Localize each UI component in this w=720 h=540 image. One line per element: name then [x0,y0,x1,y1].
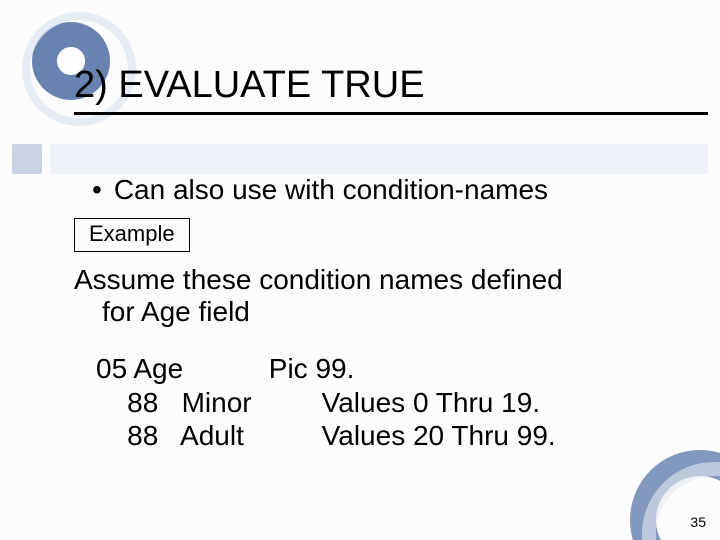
title-underline [74,112,708,115]
slide-title: 2) EVALUATE TRUE [74,64,425,107]
decorative-donut-bottom-right [630,450,720,540]
example-label: Example [89,221,175,246]
bullet-row: • Can also use with condition-names [92,174,548,206]
code-line-3: 88 Adult Values 20 Thru 99. [96,420,556,451]
page-number: 35 [690,514,706,530]
assume-text: Assume these condition names defined for… [74,264,690,328]
example-label-box: Example [74,218,190,252]
slide: 2) EVALUATE TRUE • Can also use with con… [0,0,720,540]
assume-line-2: for Age field [74,296,690,328]
code-line-1: 05 Age Pic 99. [96,353,354,384]
code-block: 05 Age Pic 99. 88 Minor Values 0 Thru 19… [96,352,556,453]
code-line-2: 88 Minor Values 0 Thru 19. [96,387,540,418]
left-accent-square [12,144,42,174]
bullet-dot-icon: • [92,174,102,206]
assume-line-1: Assume these condition names defined [74,264,563,295]
header-band [50,144,708,174]
bullet-text: Can also use with condition-names [114,174,548,206]
